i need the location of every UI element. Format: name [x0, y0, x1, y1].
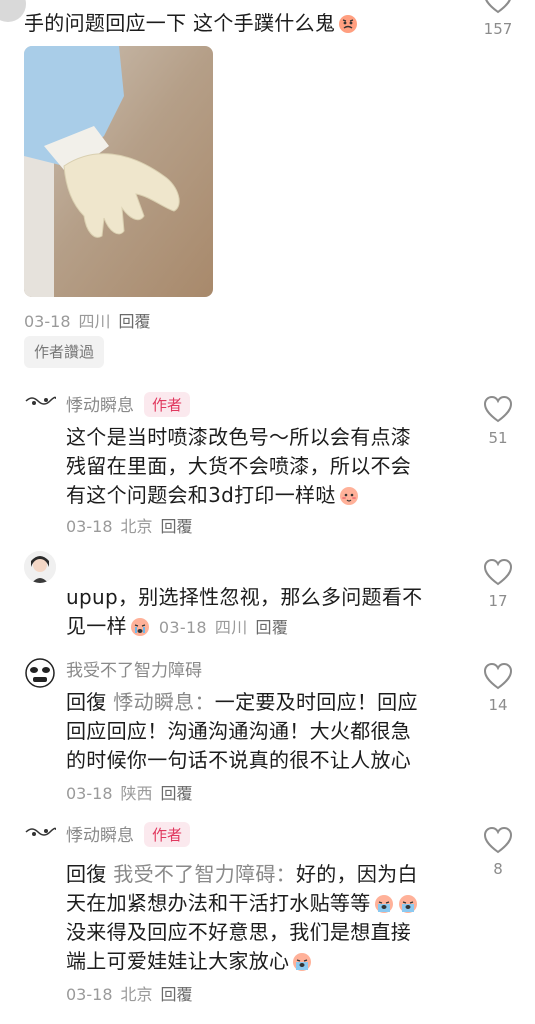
comment-meta: 03-18 陕西 回覆	[66, 784, 193, 803]
crying-face-emoji	[374, 895, 393, 913]
mention-link[interactable]: 我受不了智力障碍：	[113, 862, 296, 886]
crying-face-emoji	[293, 953, 312, 971]
avatar[interactable]	[24, 391, 56, 411]
avatar[interactable]	[24, 822, 56, 842]
like-button[interactable]: 17	[478, 558, 518, 610]
shy-face-emoji	[339, 487, 358, 505]
heart-icon	[483, 826, 513, 854]
like-button[interactable]: 51	[478, 395, 518, 447]
avatar[interactable]	[24, 657, 56, 689]
like-count: 157	[483, 20, 513, 38]
reply-button[interactable]: 回覆	[161, 985, 193, 1004]
comment-author[interactable]: 悸动瞬息 作者	[66, 391, 191, 417]
like-button[interactable]: 8	[478, 826, 518, 878]
author-badge: 作者	[144, 822, 191, 847]
comment-location: 四川	[78, 312, 111, 331]
reply-prefix: 回復	[66, 862, 107, 886]
comment-meta: 03-18 四川 回覆	[24, 308, 151, 332]
comment-author[interactable]: 我受不了智力障碍	[66, 656, 202, 681]
comment-text: upup，别选择性忽视，那么多问题看不 见一样 03-18 四川 回覆	[66, 585, 423, 638]
angry-face-emoji	[339, 15, 358, 33]
comment-author[interactable]: 悸动瞬息 作者	[66, 821, 191, 847]
comment-date: 03-18	[158, 618, 207, 637]
comment-text: 手的问题回应一下 这个手蹼什么鬼	[24, 9, 359, 38]
comment-meta: 03-18 北京 回覆	[66, 517, 193, 536]
reply-button[interactable]: 回覆	[161, 517, 193, 536]
mention-link[interactable]: 悸动瞬息：	[113, 690, 215, 714]
heart-icon	[483, 558, 513, 586]
heart-icon	[485, 0, 511, 14]
reply-button[interactable]: 回覆	[161, 784, 193, 803]
like-count: 51	[488, 429, 508, 447]
avatar[interactable]	[0, 0, 26, 22]
reply-button[interactable]: 回覆	[119, 312, 151, 331]
comment-location: 四川	[214, 618, 248, 637]
like-button[interactable]: 14	[478, 662, 518, 714]
comment-text: 回復 悸动瞬息：一定要及时回应！回应 回应回应！沟通沟通沟通！大火都很急 的时候…	[66, 690, 418, 772]
like-count: 8	[493, 860, 503, 878]
crying-face-emoji	[130, 618, 149, 636]
like-count: 14	[488, 696, 508, 714]
like-count: 17	[488, 592, 508, 610]
crying-face-emoji	[398, 895, 417, 913]
comment-meta: 03-18 北京 回覆	[66, 985, 193, 1004]
comment-date: 03-18	[24, 312, 71, 331]
author-liked-badge: 作者讚過	[24, 336, 105, 368]
comment-text: 回復 我受不了智力障碍：好的，因为白 天在加紧想办法和干活打水贴等等 没来得及回…	[66, 862, 418, 973]
comment-text: 这个是当时喷漆改色号～所以会有点漆 残留在里面，大货不会喷漆，所以不会 有这个问…	[66, 425, 412, 507]
heart-icon	[483, 662, 513, 690]
avatar[interactable]	[24, 551, 56, 583]
reply-prefix: 回復	[66, 690, 107, 714]
author-badge: 作者	[144, 392, 191, 417]
like-button[interactable]: 157	[478, 0, 518, 38]
heart-icon	[483, 395, 513, 423]
reply-button[interactable]: 回覆	[256, 618, 289, 637]
comment-photo[interactable]	[24, 46, 213, 297]
